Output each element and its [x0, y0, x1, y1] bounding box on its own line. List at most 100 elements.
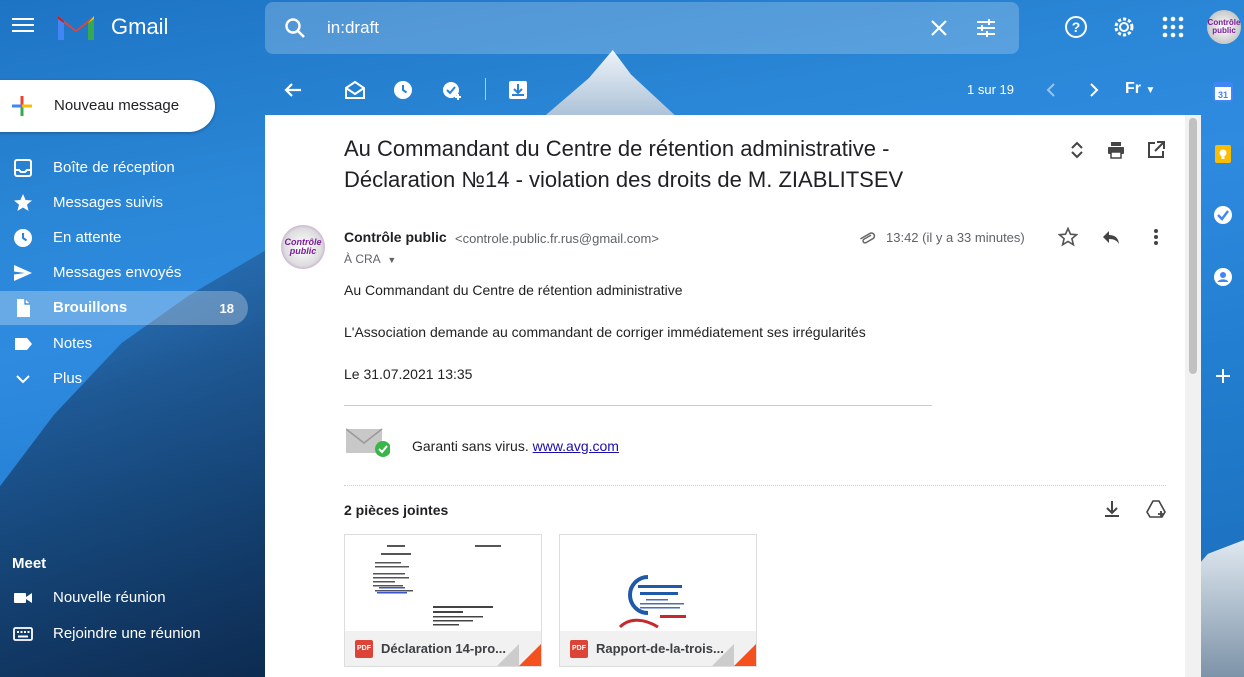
- newer-chevron-icon[interactable]: [1040, 79, 1062, 101]
- star-outline-icon[interactable]: [1058, 227, 1078, 247]
- caret-down-icon: ▼: [387, 255, 397, 265]
- message-body-line: Au Commandant du Centre de rétention adm…: [344, 282, 683, 298]
- move-to-icon[interactable]: [507, 79, 529, 101]
- attachment-preview: [373, 545, 501, 626]
- reply-icon[interactable]: [1101, 227, 1121, 247]
- message-body-line: L'Association demande au commandant de c…: [344, 324, 866, 340]
- message-timestamp: 13:42 (il y a 33 minutes): [886, 230, 1025, 245]
- gmail-logo-icon[interactable]: [56, 10, 96, 44]
- open-in-new-window-icon[interactable]: [1146, 140, 1166, 160]
- save-to-drive-icon[interactable]: [1146, 499, 1166, 519]
- sidebar-item-label: En attente: [53, 229, 122, 246]
- sender-email: <controle.public.fr.rus@gmail.com>: [455, 231, 659, 246]
- message-panel: Au Commandant du Centre de rétention adm…: [265, 115, 1185, 677]
- message-scrollbar-thumb[interactable]: [1189, 118, 1197, 374]
- toolbar-divider: [485, 78, 486, 100]
- attachment-name: Rapport-de-la-trois...: [596, 641, 724, 656]
- more-options-icon[interactable]: [1146, 227, 1166, 247]
- snooze-clock-icon[interactable]: [392, 79, 414, 101]
- attachment-name: Déclaration 14-pro...: [381, 641, 506, 656]
- compose-plus-icon: [12, 96, 32, 116]
- meet-new-meeting[interactable]: Nouvelle réunion: [0, 581, 248, 615]
- download-all-icon[interactable]: [1102, 499, 1122, 519]
- sidebar-item-inbox[interactable]: Boîte de réception: [0, 151, 248, 185]
- keep-notes-icon[interactable]: [1213, 144, 1233, 164]
- message-subject: Au Commandant du Centre de rétention adm…: [344, 136, 904, 192]
- calendar-icon[interactable]: 31: [1213, 82, 1233, 102]
- mark-as-read-icon[interactable]: [344, 79, 366, 101]
- message-body-line: Le 31.07.2021 13:35: [344, 366, 473, 382]
- sidebar-item-label: Notes: [53, 335, 93, 352]
- recipient-details[interactable]: À CRA ▼: [344, 252, 396, 266]
- search-bar[interactable]: in:draft: [265, 2, 1019, 54]
- sidebar-item-starred[interactable]: Messages suivis: [0, 186, 248, 220]
- help-icon[interactable]: ?: [1063, 14, 1089, 40]
- add-to-tasks-icon[interactable]: [441, 79, 463, 101]
- avg-link[interactable]: www.avg.com: [533, 438, 619, 454]
- sidebar-item-drafts[interactable]: Brouillons 18: [0, 291, 248, 325]
- keyboard-icon: [13, 627, 33, 641]
- pdf-corner-badge: [519, 644, 541, 666]
- older-chevron-icon[interactable]: [1083, 79, 1105, 101]
- sender-name[interactable]: Contrôle public: [344, 229, 447, 245]
- pdf-file-icon: PDF: [355, 640, 373, 658]
- expand-collapse-icon[interactable]: [1067, 140, 1087, 160]
- avg-notice-text: Garanti sans virus.: [412, 438, 529, 454]
- sidebar-item-label: Boîte de réception: [53, 159, 175, 176]
- draft-file-icon: [17, 299, 30, 317]
- contacts-icon[interactable]: [1213, 267, 1233, 287]
- sidebar-item-label: Messages envoyés: [53, 264, 182, 281]
- pdf-corner-badge: [734, 644, 756, 666]
- attachment-paperclip-icon: [860, 232, 876, 244]
- sidebar-item-snoozed[interactable]: En attente: [0, 221, 248, 255]
- attachment-card[interactable]: PDF Déclaration 14-pro...: [344, 534, 542, 667]
- drafts-count-badge: 18: [219, 301, 234, 316]
- back-arrow-icon[interactable]: [282, 79, 304, 101]
- video-camera-icon: [14, 593, 32, 603]
- clear-search-icon[interactable]: [929, 18, 949, 38]
- side-panel: 31: [1201, 62, 1244, 677]
- search-options-icon[interactable]: [975, 17, 997, 39]
- attachment-card[interactable]: PDF Rapport-de-la-trois...: [559, 534, 757, 667]
- svg-text:31: 31: [1218, 90, 1228, 100]
- search-input[interactable]: in:draft: [327, 18, 379, 38]
- meet-item-label: Nouvelle réunion: [53, 589, 166, 606]
- settings-gear-icon[interactable]: [1111, 14, 1137, 40]
- sidebar-item-more[interactable]: Plus: [0, 362, 248, 396]
- attachment-preview-logo-icon: [618, 575, 686, 629]
- meet-item-label: Rejoindre une réunion: [53, 625, 201, 642]
- sidebar-item-label: Plus: [53, 370, 83, 387]
- pdf-file-icon: PDF: [570, 640, 588, 658]
- add-addon-icon[interactable]: [1213, 366, 1233, 386]
- label-icon: [15, 338, 32, 350]
- sidebar-item-notes[interactable]: Notes: [0, 327, 248, 361]
- compose-label: Nouveau message: [54, 97, 180, 114]
- meet-join-meeting[interactable]: Rejoindre une réunion: [0, 617, 248, 651]
- attachments-title: 2 pièces jointes: [344, 502, 449, 518]
- sidebar-item-label: Messages suivis: [53, 194, 164, 211]
- account-avatar[interactable]: Contrôle public: [1207, 10, 1241, 44]
- signature-divider: [344, 405, 932, 406]
- attachment-footer: PDF Rapport-de-la-trois...: [560, 631, 756, 666]
- attachments-divider: [344, 485, 1166, 486]
- star-icon: [14, 194, 32, 211]
- attachment-footer: PDF Déclaration 14-pro...: [345, 631, 541, 666]
- pagination-text: 1 sur 19: [967, 82, 1014, 97]
- avg-notice: Garanti sans virus. www.avg.com: [412, 438, 619, 454]
- tasks-icon[interactable]: [1213, 205, 1233, 225]
- compose-button[interactable]: Nouveau message: [0, 80, 215, 132]
- input-tools-button[interactable]: Fr ▼: [1125, 80, 1155, 98]
- page-fold-decoration: [497, 644, 519, 666]
- avg-envelope-icon: [346, 428, 390, 457]
- search-icon[interactable]: [283, 16, 307, 40]
- main-menu-button[interactable]: [10, 14, 36, 40]
- sidebar-item-sent[interactable]: Messages envoyés: [0, 256, 248, 290]
- google-apps-icon[interactable]: [1160, 14, 1186, 40]
- sidebar-item-label: Brouillons: [53, 299, 128, 316]
- gmail-wordmark: Gmail: [111, 14, 169, 39]
- svg-text:?: ?: [1072, 19, 1081, 35]
- background-mountain-peak: [540, 50, 680, 120]
- print-icon[interactable]: [1106, 140, 1126, 160]
- send-icon: [14, 265, 32, 281]
- sender-avatar[interactable]: Contrôle public: [281, 225, 325, 269]
